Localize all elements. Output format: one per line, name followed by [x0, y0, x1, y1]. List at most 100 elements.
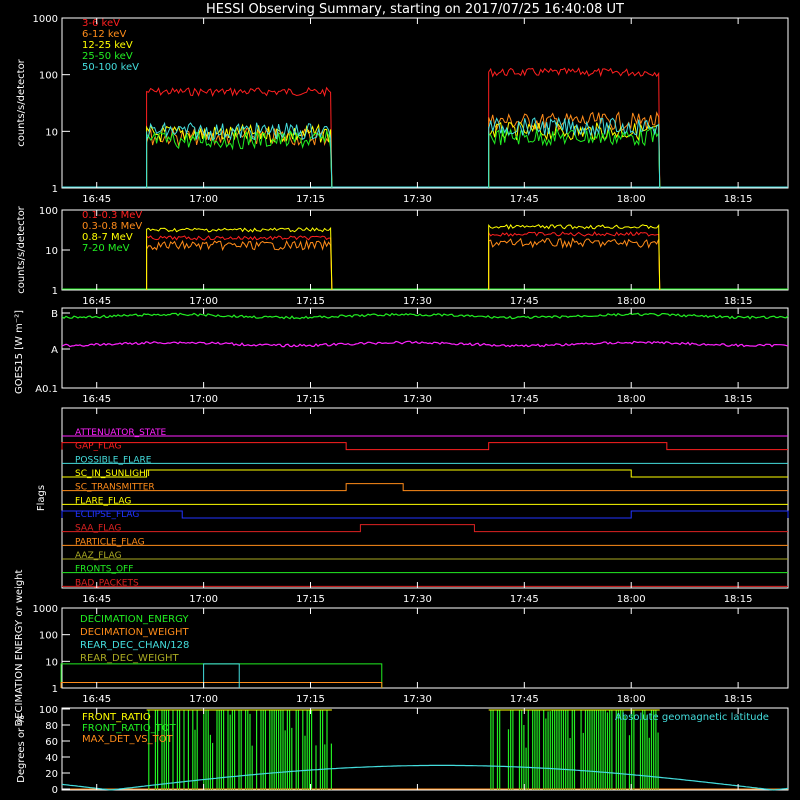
xtick-label: 18:00 [617, 394, 646, 405]
xtick-labels: 16:45 17:00 17:15 17:30 17:45 18:00 18:15 [82, 394, 752, 405]
xtick-label: 18:00 [617, 296, 646, 307]
legend-entry: DECIMATION_WEIGHT [80, 627, 189, 638]
ylabel: DECIMATION ENERGY or weight [14, 569, 25, 726]
panel-frame [61, 17, 789, 189]
ytick-label: 1 [52, 684, 58, 695]
series-line [146, 126, 333, 189]
xtick-label: 18:15 [724, 694, 753, 705]
ytick-labels: 0 20 40 60 80 100 [39, 705, 58, 796]
xtick-label: 17:30 [403, 296, 432, 307]
ytick-labels: 1 10 100 [39, 206, 58, 297]
goes-line [61, 340, 789, 348]
xtick-label: 16:45 [82, 694, 111, 705]
panel-frame [61, 407, 789, 589]
xtick-label: 18:00 [617, 194, 646, 205]
xtick-labels: 16:45 17:00 17:15 17:30 17:45 18:00 18:15 [82, 694, 752, 705]
legend-entry: 6-12 keV [82, 29, 126, 40]
flag-line [62, 483, 788, 492]
decimation-line [60, 682, 383, 688]
flag-label: SC_IN_SUNLIGHT [75, 469, 152, 479]
legend-entry: REAR_DEC_CHAN/128 [80, 640, 189, 651]
ytick-label: 80 [45, 721, 58, 732]
panel-decimation: DECIMATION ENERGY or weight 1 10 100 1000 1… [14, 569, 789, 726]
xtick-label: 18:15 [724, 296, 753, 307]
ylabel: Degrees or % [16, 715, 27, 783]
ylabel: GOES15 [W m⁻²] [14, 310, 25, 394]
legend: 3-6 keV6-12 keV12-25 keV25-50 keV50-100 … [82, 18, 139, 73]
xtick-label: 17:15 [296, 594, 325, 605]
legend-entry: 3-6 keV [82, 18, 120, 29]
flag-label: POSSIBLE_FLARE [75, 455, 152, 465]
flag-label: ECLIPSE_FLAG [75, 510, 139, 520]
legend: DECIMATION_ENERGY DECIMATION_WEIGHT REAR_D… [80, 614, 189, 664]
flag-label: SAA_FLAG [75, 524, 121, 534]
panel-frame [61, 307, 789, 389]
series-line [488, 237, 661, 291]
xtick-label: 18:00 [617, 594, 646, 605]
xtick-labels: 16:45 17:00 17:15 17:30 17:45 18:00 18:15 [82, 594, 752, 605]
flag-label: ATTENUATOR_STATE [75, 428, 167, 438]
legend-entry: FRONT_RATIO [82, 712, 151, 723]
flag-line [62, 524, 788, 533]
legend-entry: 7-20 MeV [82, 243, 130, 254]
ytick-label: 10 [45, 127, 58, 138]
xtick-label: 17:15 [296, 694, 325, 705]
xtick-label: 17:00 [189, 394, 218, 405]
xtick-label: 18:15 [724, 194, 753, 205]
series-line [146, 129, 333, 189]
ytick-label: A0.1 [35, 384, 58, 395]
ytick-label: 100 [39, 631, 58, 642]
panel-high-energy: counts/s/detector 1 10 100 16:45 17:00 17:15… [16, 205, 789, 307]
ylabel: counts/s/detector [16, 58, 27, 146]
xtick-label: 17:15 [296, 296, 325, 307]
series-group [60, 663, 383, 688]
xtick-labels: 16:45 17:00 17:15 17:30 17:45 18:00 18:15 [82, 194, 752, 205]
flag-line [61, 442, 788, 451]
legend-entry: MAX_DET_VS_TOT [82, 734, 174, 745]
flag-label: AAZ_FLAG [75, 551, 122, 561]
ytick-label: 100 [39, 71, 58, 82]
legend-entry: 25-50 keV [82, 51, 133, 62]
goes-line [61, 312, 789, 320]
series-line [488, 127, 661, 189]
ytick-label: 10 [45, 246, 58, 257]
legend-entry: FRONT_RATIO_TOT [82, 723, 177, 734]
flag-label: BAD_PACKETS [75, 578, 139, 588]
panel-frame [61, 209, 789, 291]
ytick-label: B [51, 309, 58, 320]
series-line [488, 111, 661, 189]
xtick-label: 16:45 [82, 296, 111, 307]
xtick-label: 16:45 [82, 194, 111, 205]
series-group [61, 312, 789, 348]
xtick-label: 17:30 [403, 394, 432, 405]
panel-low-energy: counts/s/detector 1101001000 16:45 17:00 1… [16, 14, 789, 205]
xtick-label: 17:15 [296, 394, 325, 405]
xtick-label: 17:45 [510, 594, 539, 605]
ytick-labels: 1 10 100 1000 [33, 14, 58, 195]
ytick-label: 1000 [33, 604, 58, 615]
legend-entry: 0.8-7 MeV [82, 232, 133, 243]
annotation-geomagnetic: Absolute geomagnetic latitude [615, 712, 769, 723]
xtick-label: 17:30 [403, 694, 432, 705]
ytick-label: 0 [52, 785, 58, 796]
series-group [62, 67, 788, 189]
xtick-label: 17:30 [403, 194, 432, 205]
ytick-label: 10 [45, 657, 58, 668]
flag-label: FRONTS_OFF [75, 565, 133, 575]
plot-title: HESSI Observing Summary, starting on 201… [206, 2, 624, 17]
xtick-label: 17:00 [189, 694, 218, 705]
xtick-label: 18:15 [724, 594, 753, 605]
series-group [62, 223, 788, 291]
legend-entry: DECIMATION_ENERGY [80, 614, 189, 625]
xtick-label: 16:45 [82, 594, 111, 605]
xtick-label: 17:45 [510, 194, 539, 205]
panel-goes: GOES15 [W m⁻²] A0.1 A B 16:45 17:00 17:15 17:… [14, 307, 789, 405]
decimation-line [203, 663, 240, 688]
ytick-label: 100 [39, 705, 58, 716]
legend-entry: 0.1-0.3 MeV [82, 210, 142, 221]
xtick-label: 17:30 [403, 594, 432, 605]
ylabel: counts/s/detector [16, 205, 27, 293]
ytick-label: 40 [45, 753, 58, 764]
xtick-labels: 16:45 17:00 17:15 17:30 17:45 18:00 18:15 [82, 296, 752, 307]
ytick-label: 1 [52, 184, 58, 195]
